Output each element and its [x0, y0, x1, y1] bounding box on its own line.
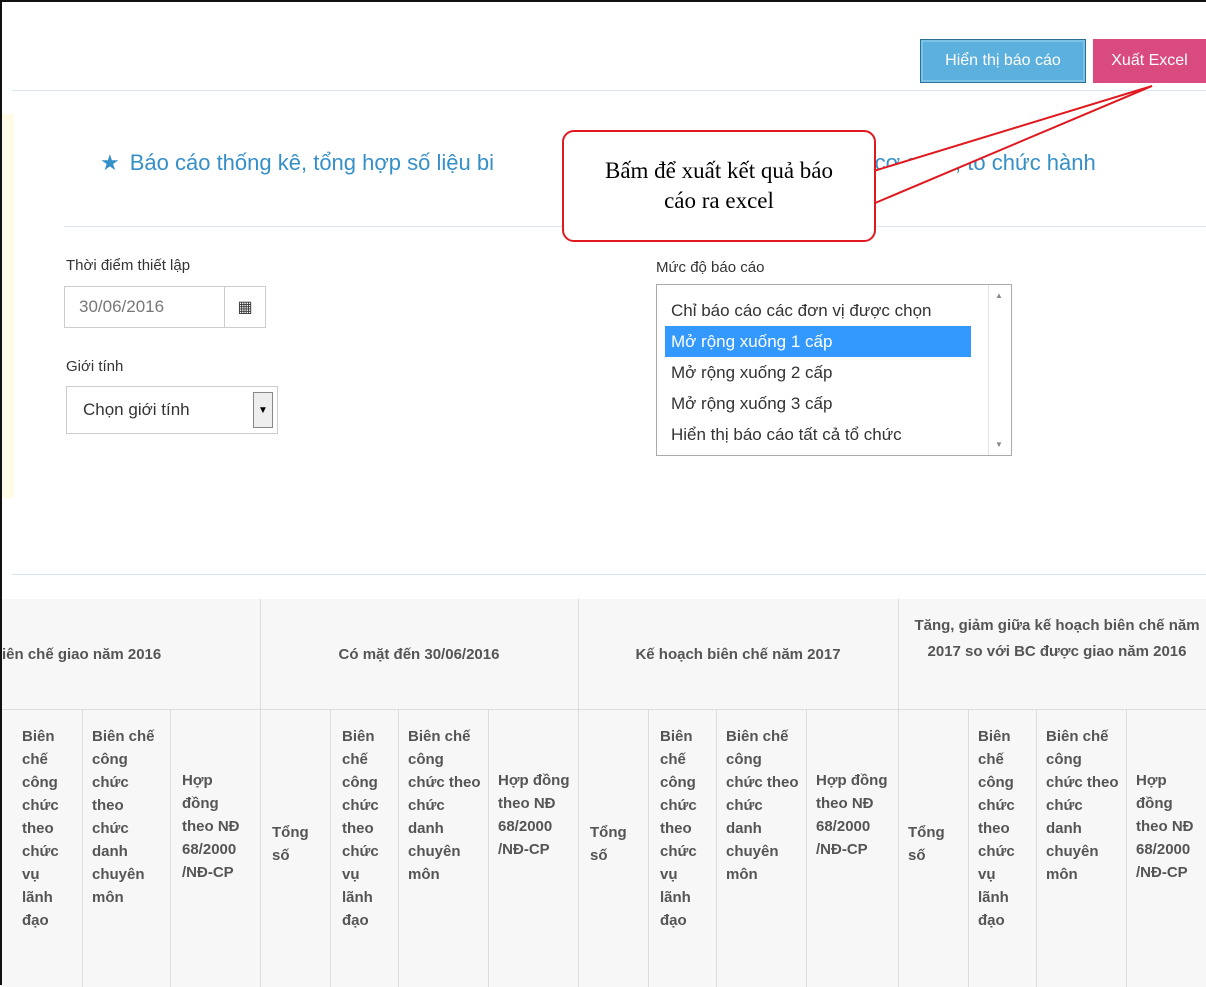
- callout-line-2: cáo ra excel: [664, 188, 774, 213]
- callout-tooltip: Bấm để xuất kết quả báo cáo ra excel: [562, 130, 876, 242]
- callout-line-1: Bấm để xuất kết quả báo: [604, 158, 833, 183]
